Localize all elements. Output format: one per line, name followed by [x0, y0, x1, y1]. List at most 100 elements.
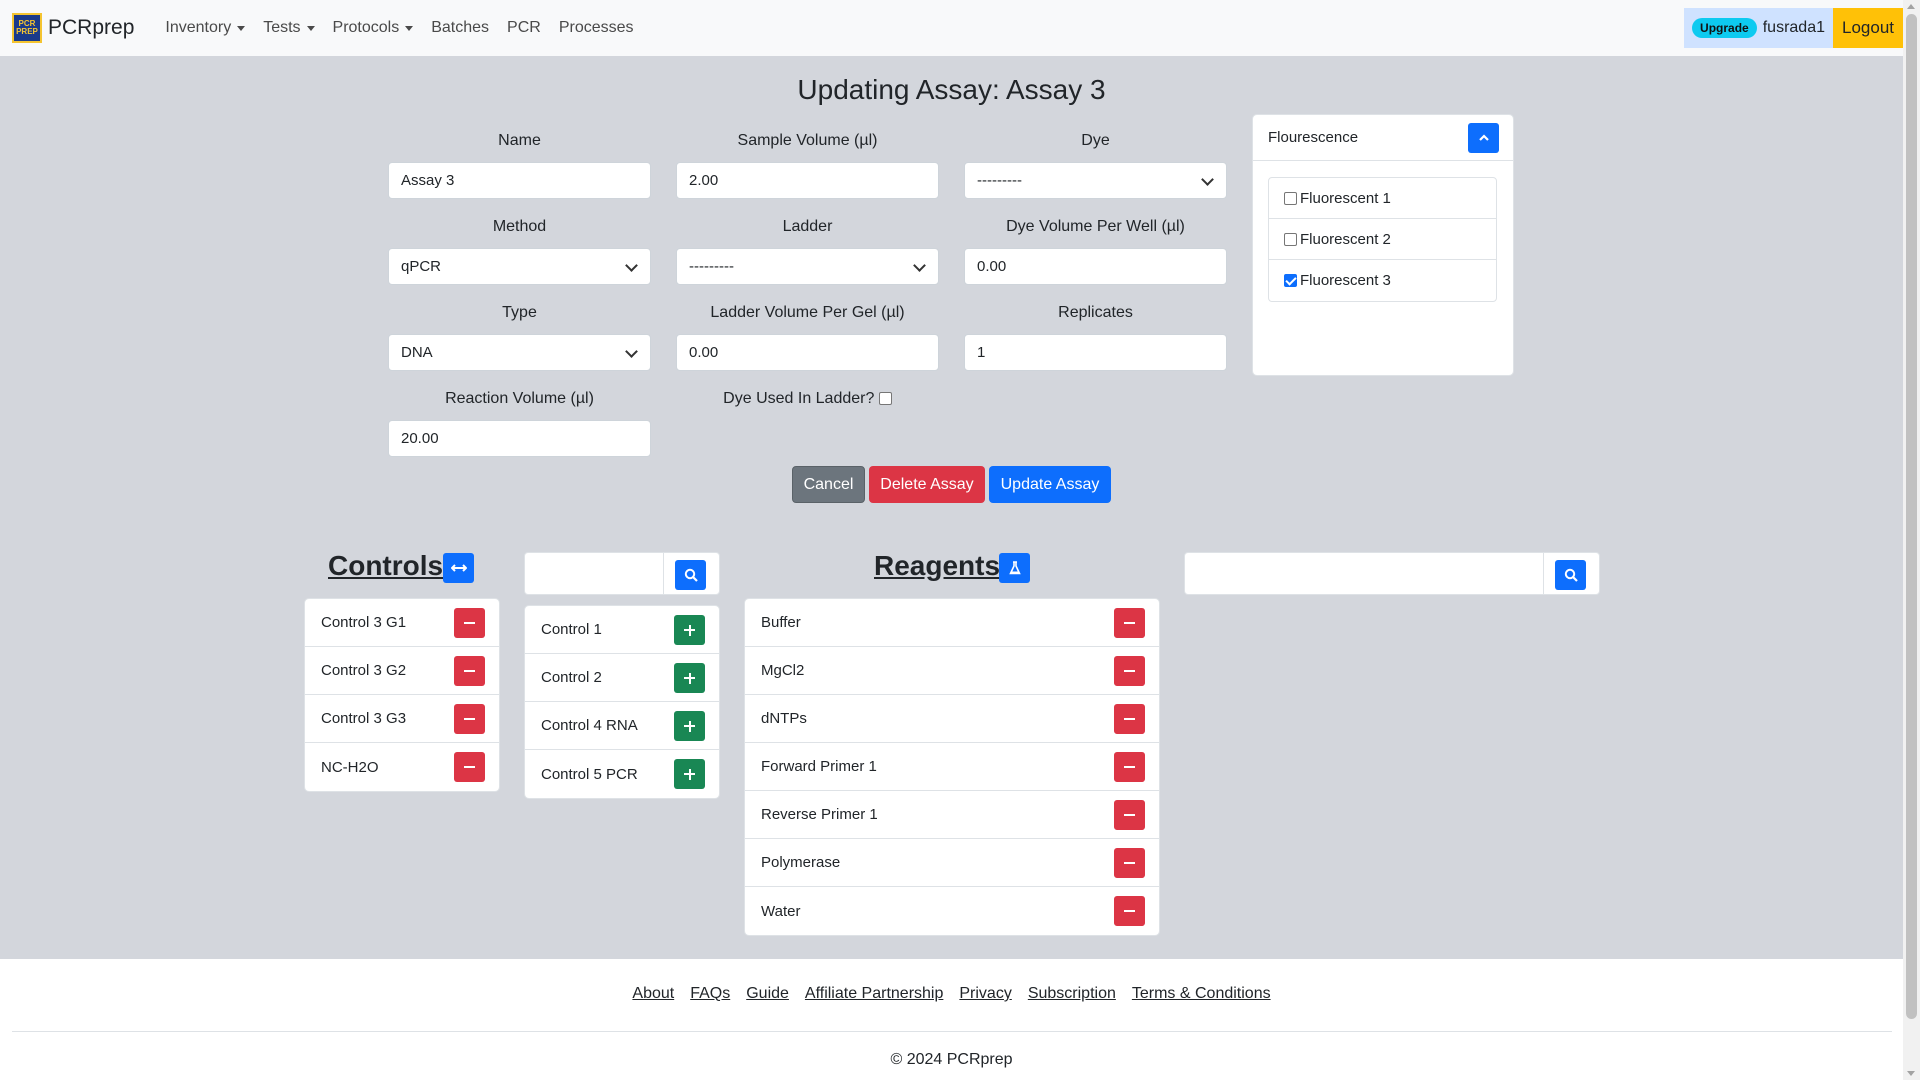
fluorescent-3-checkbox[interactable] [1284, 274, 1297, 287]
minus-icon [464, 622, 475, 624]
scrollbar-thumb[interactable] [1906, 14, 1917, 1019]
controls-search [524, 552, 720, 595]
nav-inventory[interactable]: Inventory [165, 19, 246, 37]
controls-toggle-button[interactable] [443, 553, 474, 583]
scroll-down-arrow-icon[interactable] [1907, 1071, 1915, 1076]
footer-link-guide[interactable]: Guide [746, 985, 789, 1003]
controls-search-button[interactable] [675, 560, 706, 590]
remove-button[interactable] [1114, 704, 1145, 734]
footer-link-affiliate[interactable]: Affiliate Partnership [805, 985, 943, 1003]
list-item: Control 3 G3 [305, 695, 499, 743]
ladder-volume-input[interactable]: 0.00 [676, 334, 939, 371]
reagents-toggle-button[interactable] [999, 553, 1030, 583]
list-item: Forward Primer 1 [745, 743, 1159, 791]
fluorescence-item[interactable]: Fluorescent 2 [1269, 219, 1496, 260]
remove-button[interactable] [1114, 656, 1145, 686]
chevron-down-icon [625, 259, 638, 272]
fluorescence-item-label: Fluorescent 3 [1300, 272, 1391, 289]
sample-volume-input[interactable]: 2.00 [676, 162, 939, 199]
collapse-toggle-button[interactable] [1468, 123, 1499, 153]
footer-link-about[interactable]: About [632, 985, 674, 1003]
reagents-search-input[interactable] [1185, 553, 1544, 594]
remove-button[interactable] [1114, 800, 1145, 830]
nav-batches[interactable]: Batches [431, 19, 489, 37]
list-item: Control 5 PCR [525, 750, 719, 798]
main-content: Updating Assay: Assay 3 Name Assay 3 Sam… [0, 56, 1903, 959]
nav-tests[interactable]: Tests [263, 19, 315, 37]
list-item: Polymerase [745, 839, 1159, 887]
add-button[interactable] [674, 711, 705, 741]
chevron-down-icon [913, 259, 926, 272]
minus-icon [1124, 718, 1135, 720]
remove-button[interactable] [1114, 896, 1145, 926]
reagent-name: Polymerase [761, 854, 841, 871]
control-name: Control 3 G2 [321, 662, 407, 679]
nav-processes[interactable]: Processes [559, 19, 634, 37]
vertical-scrollbar[interactable] [1903, 0, 1920, 1080]
dye-volume-input[interactable]: 0.00 [964, 248, 1227, 285]
footer: About FAQs Guide Affiliate Partnership P… [0, 959, 1903, 1080]
remove-button[interactable] [454, 608, 485, 638]
reaction-volume-input[interactable]: 20.00 [388, 420, 651, 457]
type-select[interactable]: DNA [388, 334, 651, 371]
method-label: Method [492, 218, 547, 235]
add-button[interactable] [674, 663, 705, 693]
remove-button[interactable] [454, 656, 485, 686]
type-select-value: DNA [401, 344, 433, 361]
update-assay-button[interactable]: Update Assay [989, 466, 1111, 503]
footer-links: About FAQs Guide Affiliate Partnership P… [0, 985, 1903, 1003]
selected-reagents-list: Buffer MgCl2 dNTPs Forward Primer 1 Reve… [744, 598, 1160, 936]
method-select[interactable]: qPCR [388, 248, 651, 285]
list-item: Control 1 [525, 606, 719, 654]
fluorescent-2-checkbox[interactable] [1284, 232, 1297, 246]
reagents-search-button[interactable] [1555, 560, 1586, 590]
plus-icon-stroke [688, 624, 691, 636]
search-icon [1564, 568, 1578, 582]
fluorescence-item[interactable]: Fluorescent 1 [1269, 178, 1496, 219]
nav-inventory-label: Inventory [165, 19, 232, 36]
dye-label: Dye [1081, 132, 1110, 149]
dye-used-in-ladder: Dye Used In Ladder? [676, 390, 939, 408]
logout-button[interactable]: Logout [1833, 8, 1903, 48]
remove-button[interactable] [454, 752, 485, 782]
remove-button[interactable] [1114, 608, 1145, 638]
remove-button[interactable] [454, 704, 485, 734]
dye-select[interactable]: --------- [964, 162, 1227, 199]
fluorescence-item[interactable]: Fluorescent 3 [1269, 260, 1496, 301]
brand[interactable]: PCR PREP PCRprep [12, 13, 134, 43]
nav-pcr[interactable]: PCR [507, 19, 541, 37]
control-name: Control 1 [541, 621, 602, 638]
chevron-down-icon [625, 345, 638, 358]
footer-link-privacy[interactable]: Privacy [959, 985, 1011, 1003]
delete-assay-button[interactable]: Delete Assay [869, 466, 985, 503]
selected-controls-list: Control 3 G1 Control 3 G2 Control 3 G3 N… [304, 598, 500, 792]
chevron-down-icon [1201, 173, 1214, 186]
scroll-up-arrow-icon[interactable] [1907, 4, 1915, 9]
user-box[interactable]: Upgrade fusrada1 [1684, 8, 1833, 48]
ladder-select-value: --------- [689, 258, 734, 275]
replicates-input[interactable]: 1 [964, 334, 1227, 371]
add-button[interactable] [674, 615, 705, 645]
available-controls-list: Control 1 Control 2 Control 4 RNA Contro… [524, 605, 720, 799]
ladder-select[interactable]: --------- [676, 248, 939, 285]
caret-down-icon [306, 25, 315, 31]
nav-protocols[interactable]: Protocols [333, 19, 414, 37]
footer-link-terms[interactable]: Terms & Conditions [1132, 985, 1271, 1003]
controls-search-input[interactable] [525, 553, 664, 594]
remove-button[interactable] [1114, 848, 1145, 878]
footer-divider [12, 1031, 1892, 1032]
name-input[interactable]: Assay 3 [388, 162, 651, 199]
footer-link-faqs[interactable]: FAQs [690, 985, 730, 1003]
add-button[interactable] [674, 759, 705, 789]
footer-link-subscription[interactable]: Subscription [1028, 985, 1116, 1003]
reagent-name: Buffer [761, 614, 801, 631]
fluorescence-card: Flourescence Fluorescent 1 Fluorescent 2… [1252, 114, 1514, 376]
cancel-button[interactable]: Cancel [792, 466, 865, 503]
fluorescence-list: Fluorescent 1 Fluorescent 2 Fluorescent … [1268, 177, 1497, 302]
control-name: Control 3 G1 [321, 614, 407, 631]
dye-used-in-ladder-checkbox[interactable] [878, 392, 892, 406]
fluorescent-1-checkbox[interactable] [1284, 191, 1297, 205]
upgrade-badge[interactable]: Upgrade [1692, 18, 1757, 38]
fluorescence-title: Flourescence [1268, 129, 1359, 146]
remove-button[interactable] [1114, 752, 1145, 782]
